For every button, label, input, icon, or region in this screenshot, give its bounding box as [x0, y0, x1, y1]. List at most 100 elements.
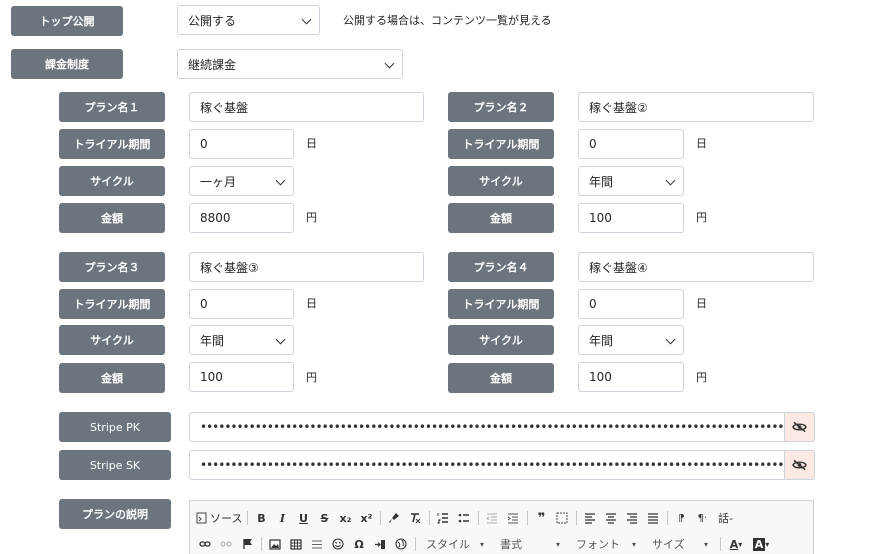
format-dropdown-label: 書式	[500, 538, 522, 551]
font-color-letter: A	[729, 537, 739, 551]
stripe-pk-toggle-visibility[interactable]	[785, 412, 815, 442]
special-char-button[interactable]: Ω	[350, 534, 368, 554]
background-color-letter: A	[752, 537, 766, 551]
numbered-list-button[interactable]	[434, 508, 452, 528]
plan2-cycle-label: サイクル	[448, 166, 554, 196]
plan4-cycle-select[interactable]: 年間	[578, 325, 684, 355]
smiley-icon	[332, 538, 344, 550]
top-public-label: トップ公開	[11, 6, 123, 36]
unlink-button[interactable]	[217, 534, 235, 554]
stripe-pk-input[interactable]: ••••••••••••••••••••••••••••••••••••••••…	[189, 412, 785, 442]
source-button[interactable]: ソース	[196, 508, 242, 528]
strike-button[interactable]: S	[315, 508, 333, 528]
plan4-trial-label: トライアル期間	[448, 289, 554, 319]
align-center-icon	[606, 513, 617, 524]
horizontal-rule-button[interactable]	[308, 534, 326, 554]
globe-icon	[395, 538, 407, 550]
billing-select[interactable]: 継続課金	[177, 49, 403, 79]
plan4-cycle-value: 年間	[589, 333, 614, 348]
plan2-name-input[interactable]: 稼ぐ基盤②	[578, 92, 814, 122]
iframe-button[interactable]	[371, 534, 389, 554]
remove-format-icon	[411, 513, 421, 524]
flag-icon	[242, 539, 252, 549]
plan4-trial-input[interactable]: 0	[578, 289, 684, 319]
plan1-trial-input[interactable]: 0	[189, 129, 294, 159]
stripe-sk-label: Stripe SK	[59, 450, 171, 480]
chevron-down-icon	[665, 175, 676, 186]
plan2-trial-label: トライアル期間	[448, 129, 554, 159]
plan1-name-value: 稼ぐ基盤	[200, 100, 249, 115]
plan2-cycle-select[interactable]: 年間	[578, 166, 684, 196]
background-color-button[interactable]: A ▾	[750, 534, 772, 554]
align-center-button[interactable]	[602, 508, 620, 528]
font-color-button[interactable]: A ▾	[725, 534, 747, 554]
plan3-trial-input[interactable]: 0	[189, 289, 294, 319]
size-dropdown[interactable]: サイズ ▾	[646, 534, 714, 554]
stripe-sk-toggle-visibility[interactable]	[785, 450, 815, 480]
plan1-cycle-select[interactable]: 一ヶ月	[189, 166, 294, 196]
create-div-button[interactable]	[553, 508, 571, 528]
image-button[interactable]	[266, 534, 284, 554]
bulleted-list-button[interactable]	[455, 508, 473, 528]
toolbar-separator	[429, 511, 431, 525]
plan1-price-input[interactable]: 8800	[189, 203, 294, 233]
chevron-down-icon	[665, 334, 676, 345]
outdent-button[interactable]	[483, 508, 501, 528]
text-direction-rtl-button[interactable]: ¶·	[693, 508, 711, 528]
plan2-name-value: 稼ぐ基盤②	[589, 100, 648, 115]
plan3-trial-unit: 日	[306, 297, 317, 310]
plan4-price-unit: 円	[696, 371, 707, 384]
table-icon	[290, 538, 302, 550]
plan2-price-label: 金額	[448, 203, 554, 233]
bulleted-list-icon	[459, 513, 470, 523]
plan3-cycle-value: 年間	[200, 333, 225, 348]
underline-button[interactable]: U	[294, 508, 312, 528]
align-justify-button[interactable]	[644, 508, 662, 528]
plan4-trial-value: 0	[589, 297, 597, 311]
toolbar-separator	[380, 511, 382, 525]
superscript-button[interactable]: x²	[357, 508, 375, 528]
plan4-price-input[interactable]: 100	[578, 362, 684, 392]
stripe-sk-input[interactable]: ••••••••••••••••••••••••••••••••••••••••…	[189, 450, 785, 480]
anchor-button[interactable]	[238, 534, 256, 554]
plan3-name-input[interactable]: 稼ぐ基盤③	[189, 252, 424, 282]
italic-button[interactable]: I	[273, 508, 291, 528]
source-icon	[196, 512, 207, 524]
globe-button[interactable]	[392, 534, 410, 554]
top-public-note: 公開する場合は、コンテンツ一覧が見える	[343, 14, 552, 27]
editor-toolbar-row-2: Ω スタイル ▾ 書式 ▾ フォント ▾ サイズ ▾ A ▾ A ▾	[196, 533, 775, 554]
plan3-price-input[interactable]: 100	[189, 362, 294, 392]
remove-format-button[interactable]	[406, 508, 424, 528]
emoji-button[interactable]	[329, 534, 347, 554]
font-dropdown[interactable]: フォント ▾	[570, 534, 642, 554]
link-button[interactable]	[196, 534, 214, 554]
rich-text-editor[interactable]: ソース B I U S x₂ x² ❞ ⁋ ¶· 話- Ω スタイル ▾ 書式 …	[189, 500, 814, 554]
plan1-name-input[interactable]: 稼ぐ基盤	[189, 92, 424, 122]
eye-slash-icon	[792, 421, 807, 433]
caret-down-icon: ▾	[765, 539, 770, 549]
indent-button[interactable]	[504, 508, 522, 528]
plan2-trial-input[interactable]: 0	[578, 129, 684, 159]
plan4-price-value: 100	[589, 370, 612, 384]
billing-value: 継続課金	[188, 57, 237, 72]
align-right-icon	[627, 513, 638, 524]
align-left-button[interactable]	[581, 508, 599, 528]
iframe-icon	[375, 539, 385, 549]
language-button[interactable]: 話-	[714, 508, 736, 528]
plan3-cycle-select[interactable]: 年間	[189, 325, 294, 355]
format-dropdown[interactable]: 書式 ▾	[494, 534, 566, 554]
plan4-name-input[interactable]: 稼ぐ基盤④	[578, 252, 814, 282]
table-button[interactable]	[287, 534, 305, 554]
toolbar-separator	[478, 511, 480, 525]
plan2-price-input[interactable]: 100	[578, 203, 684, 233]
subscript-button[interactable]: x₂	[336, 508, 354, 528]
style-dropdown[interactable]: スタイル ▾	[420, 534, 490, 554]
align-right-button[interactable]	[623, 508, 641, 528]
top-public-select[interactable]: 公開する	[177, 5, 320, 35]
blockquote-button[interactable]: ❞	[532, 508, 550, 528]
toolbar-separator	[261, 537, 262, 551]
bold-button[interactable]: B	[252, 508, 270, 528]
text-direction-ltr-button[interactable]: ⁋	[672, 508, 690, 528]
plan1-cycle-value: 一ヶ月	[200, 174, 237, 189]
copy-format-button[interactable]	[385, 508, 403, 528]
